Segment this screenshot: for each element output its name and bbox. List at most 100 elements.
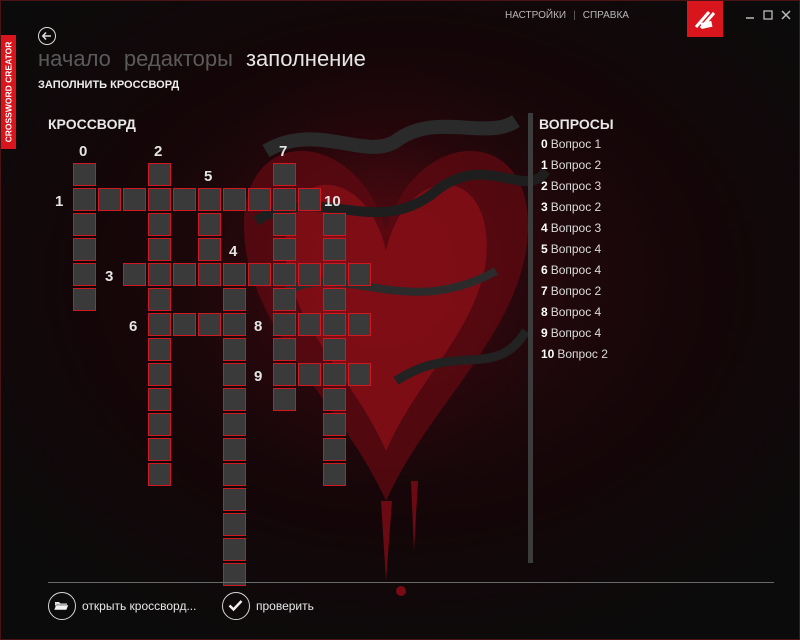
crossword-cell[interactable] [323, 463, 346, 486]
crossword-cell[interactable] [223, 338, 246, 361]
crossword-cell[interactable] [73, 263, 96, 286]
open-crossword-label: открыть кроссворд... [82, 599, 197, 613]
clue-number: 8 [254, 318, 263, 335]
crossword-cell[interactable] [298, 363, 321, 386]
crossword-cell[interactable] [323, 388, 346, 411]
question-number: 4 [541, 221, 548, 235]
crossword-cell[interactable] [98, 188, 121, 211]
crossword-cell[interactable] [198, 238, 221, 261]
crossword-cell[interactable] [148, 413, 171, 436]
crossword-cell[interactable] [148, 188, 171, 211]
crossword-cell[interactable] [198, 313, 221, 336]
question-list: 0 Вопрос 1 1 Вопрос 2 2 Вопрос 3 3 Вопрос 2 … [541, 137, 608, 368]
list-item[interactable]: 0 Вопрос 1 [541, 137, 608, 158]
crossword-cell[interactable] [148, 363, 171, 386]
crossword-cell[interactable] [148, 338, 171, 361]
crossword-cell[interactable] [73, 188, 96, 211]
crossword-cell[interactable] [323, 238, 346, 261]
crossword-cell[interactable] [298, 313, 321, 336]
crossword-cell[interactable] [173, 188, 196, 211]
list-item[interactable]: 10 Вопрос 2 [541, 347, 608, 368]
crossword-cell[interactable] [323, 413, 346, 436]
question-text: Вопрос 1 [550, 137, 602, 151]
crossword-cell[interactable] [323, 363, 346, 386]
list-item[interactable]: 1 Вопрос 2 [541, 158, 608, 179]
crossword-cell[interactable] [323, 213, 346, 236]
crossword-cell[interactable] [223, 288, 246, 311]
open-crossword-button[interactable]: открыть кроссворд... [48, 592, 196, 620]
crossword-cell[interactable] [273, 338, 296, 361]
crossword-cell[interactable] [148, 163, 171, 186]
crossword-cell[interactable] [148, 463, 171, 486]
crossword-cell[interactable] [248, 188, 271, 211]
crossword-cell[interactable] [148, 438, 171, 461]
crossword-cell[interactable] [223, 263, 246, 286]
crossword-cell[interactable] [323, 338, 346, 361]
list-item[interactable]: 7 Вопрос 2 [541, 284, 608, 305]
crossword-cell[interactable] [298, 263, 321, 286]
clue-number: 3 [105, 268, 114, 285]
crossword-cell[interactable] [73, 163, 96, 186]
crossword-cell[interactable] [223, 313, 246, 336]
crossword-cell[interactable] [323, 263, 346, 286]
list-item[interactable]: 8 Вопрос 4 [541, 305, 608, 326]
question-number: 8 [541, 305, 548, 319]
crossword-cell[interactable] [148, 263, 171, 286]
crossword-cell[interactable] [273, 313, 296, 336]
crossword-cell[interactable] [173, 263, 196, 286]
crossword-cell[interactable] [273, 288, 296, 311]
crossword-cell[interactable] [273, 263, 296, 286]
crossword-cell[interactable] [323, 288, 346, 311]
crossword-cell[interactable] [198, 188, 221, 211]
crossword-cell[interactable] [223, 463, 246, 486]
crossword-cell[interactable] [273, 188, 296, 211]
list-item[interactable]: 5 Вопрос 4 [541, 242, 608, 263]
crossword-cell[interactable] [223, 438, 246, 461]
crossword-cell[interactable] [223, 188, 246, 211]
crossword-cell[interactable] [273, 238, 296, 261]
question-number: 1 [541, 158, 548, 172]
crossword-cell[interactable] [273, 213, 296, 236]
list-item[interactable]: 2 Вопрос 3 [541, 179, 608, 200]
crossword-cell[interactable] [148, 238, 171, 261]
list-item[interactable]: 6 Вопрос 4 [541, 263, 608, 284]
crossword-cell[interactable] [223, 488, 246, 511]
app-window: CROSSWORD CREATOR НАСТРОЙКИ | СПРАВКА на… [0, 0, 800, 640]
crossword-cell[interactable] [148, 313, 171, 336]
list-item[interactable]: 4 Вопрос 3 [541, 221, 608, 242]
crossword-cell[interactable] [323, 313, 346, 336]
crossword-cell[interactable] [223, 413, 246, 436]
crossword-cell[interactable] [73, 213, 96, 236]
crossword-cell[interactable] [223, 513, 246, 536]
crossword-cell[interactable] [173, 313, 196, 336]
list-item[interactable]: 3 Вопрос 2 [541, 200, 608, 221]
crossword-cell[interactable] [198, 263, 221, 286]
crossword-cell[interactable] [298, 188, 321, 211]
crossword-cell[interactable] [273, 388, 296, 411]
clue-number: 7 [279, 143, 288, 160]
crossword-cell[interactable] [73, 288, 96, 311]
question-text: Вопрос 2 [557, 347, 608, 361]
crossword-cell[interactable] [123, 263, 146, 286]
list-item[interactable]: 9 Вопрос 4 [541, 326, 608, 347]
crossword-cell[interactable] [148, 388, 171, 411]
crossword-cell[interactable] [223, 388, 246, 411]
clue-number: 4 [229, 243, 238, 260]
crossword-cell[interactable] [148, 288, 171, 311]
crossword-cell[interactable] [348, 363, 371, 386]
crossword-cell[interactable] [123, 188, 146, 211]
crossword-cell[interactable] [248, 263, 271, 286]
crossword-cell[interactable] [348, 313, 371, 336]
question-number: 2 [541, 179, 548, 193]
crossword-cell[interactable] [223, 538, 246, 561]
crossword-cell[interactable] [148, 213, 171, 236]
crossword-cell[interactable] [73, 238, 96, 261]
crossword-cell[interactable] [198, 213, 221, 236]
crossword-cell[interactable] [273, 363, 296, 386]
crossword-cell[interactable] [323, 438, 346, 461]
check-button[interactable]: проверить [222, 592, 314, 620]
question-number: 6 [541, 263, 548, 277]
crossword-cell[interactable] [348, 263, 371, 286]
crossword-cell[interactable] [223, 363, 246, 386]
crossword-cell[interactable] [273, 163, 296, 186]
